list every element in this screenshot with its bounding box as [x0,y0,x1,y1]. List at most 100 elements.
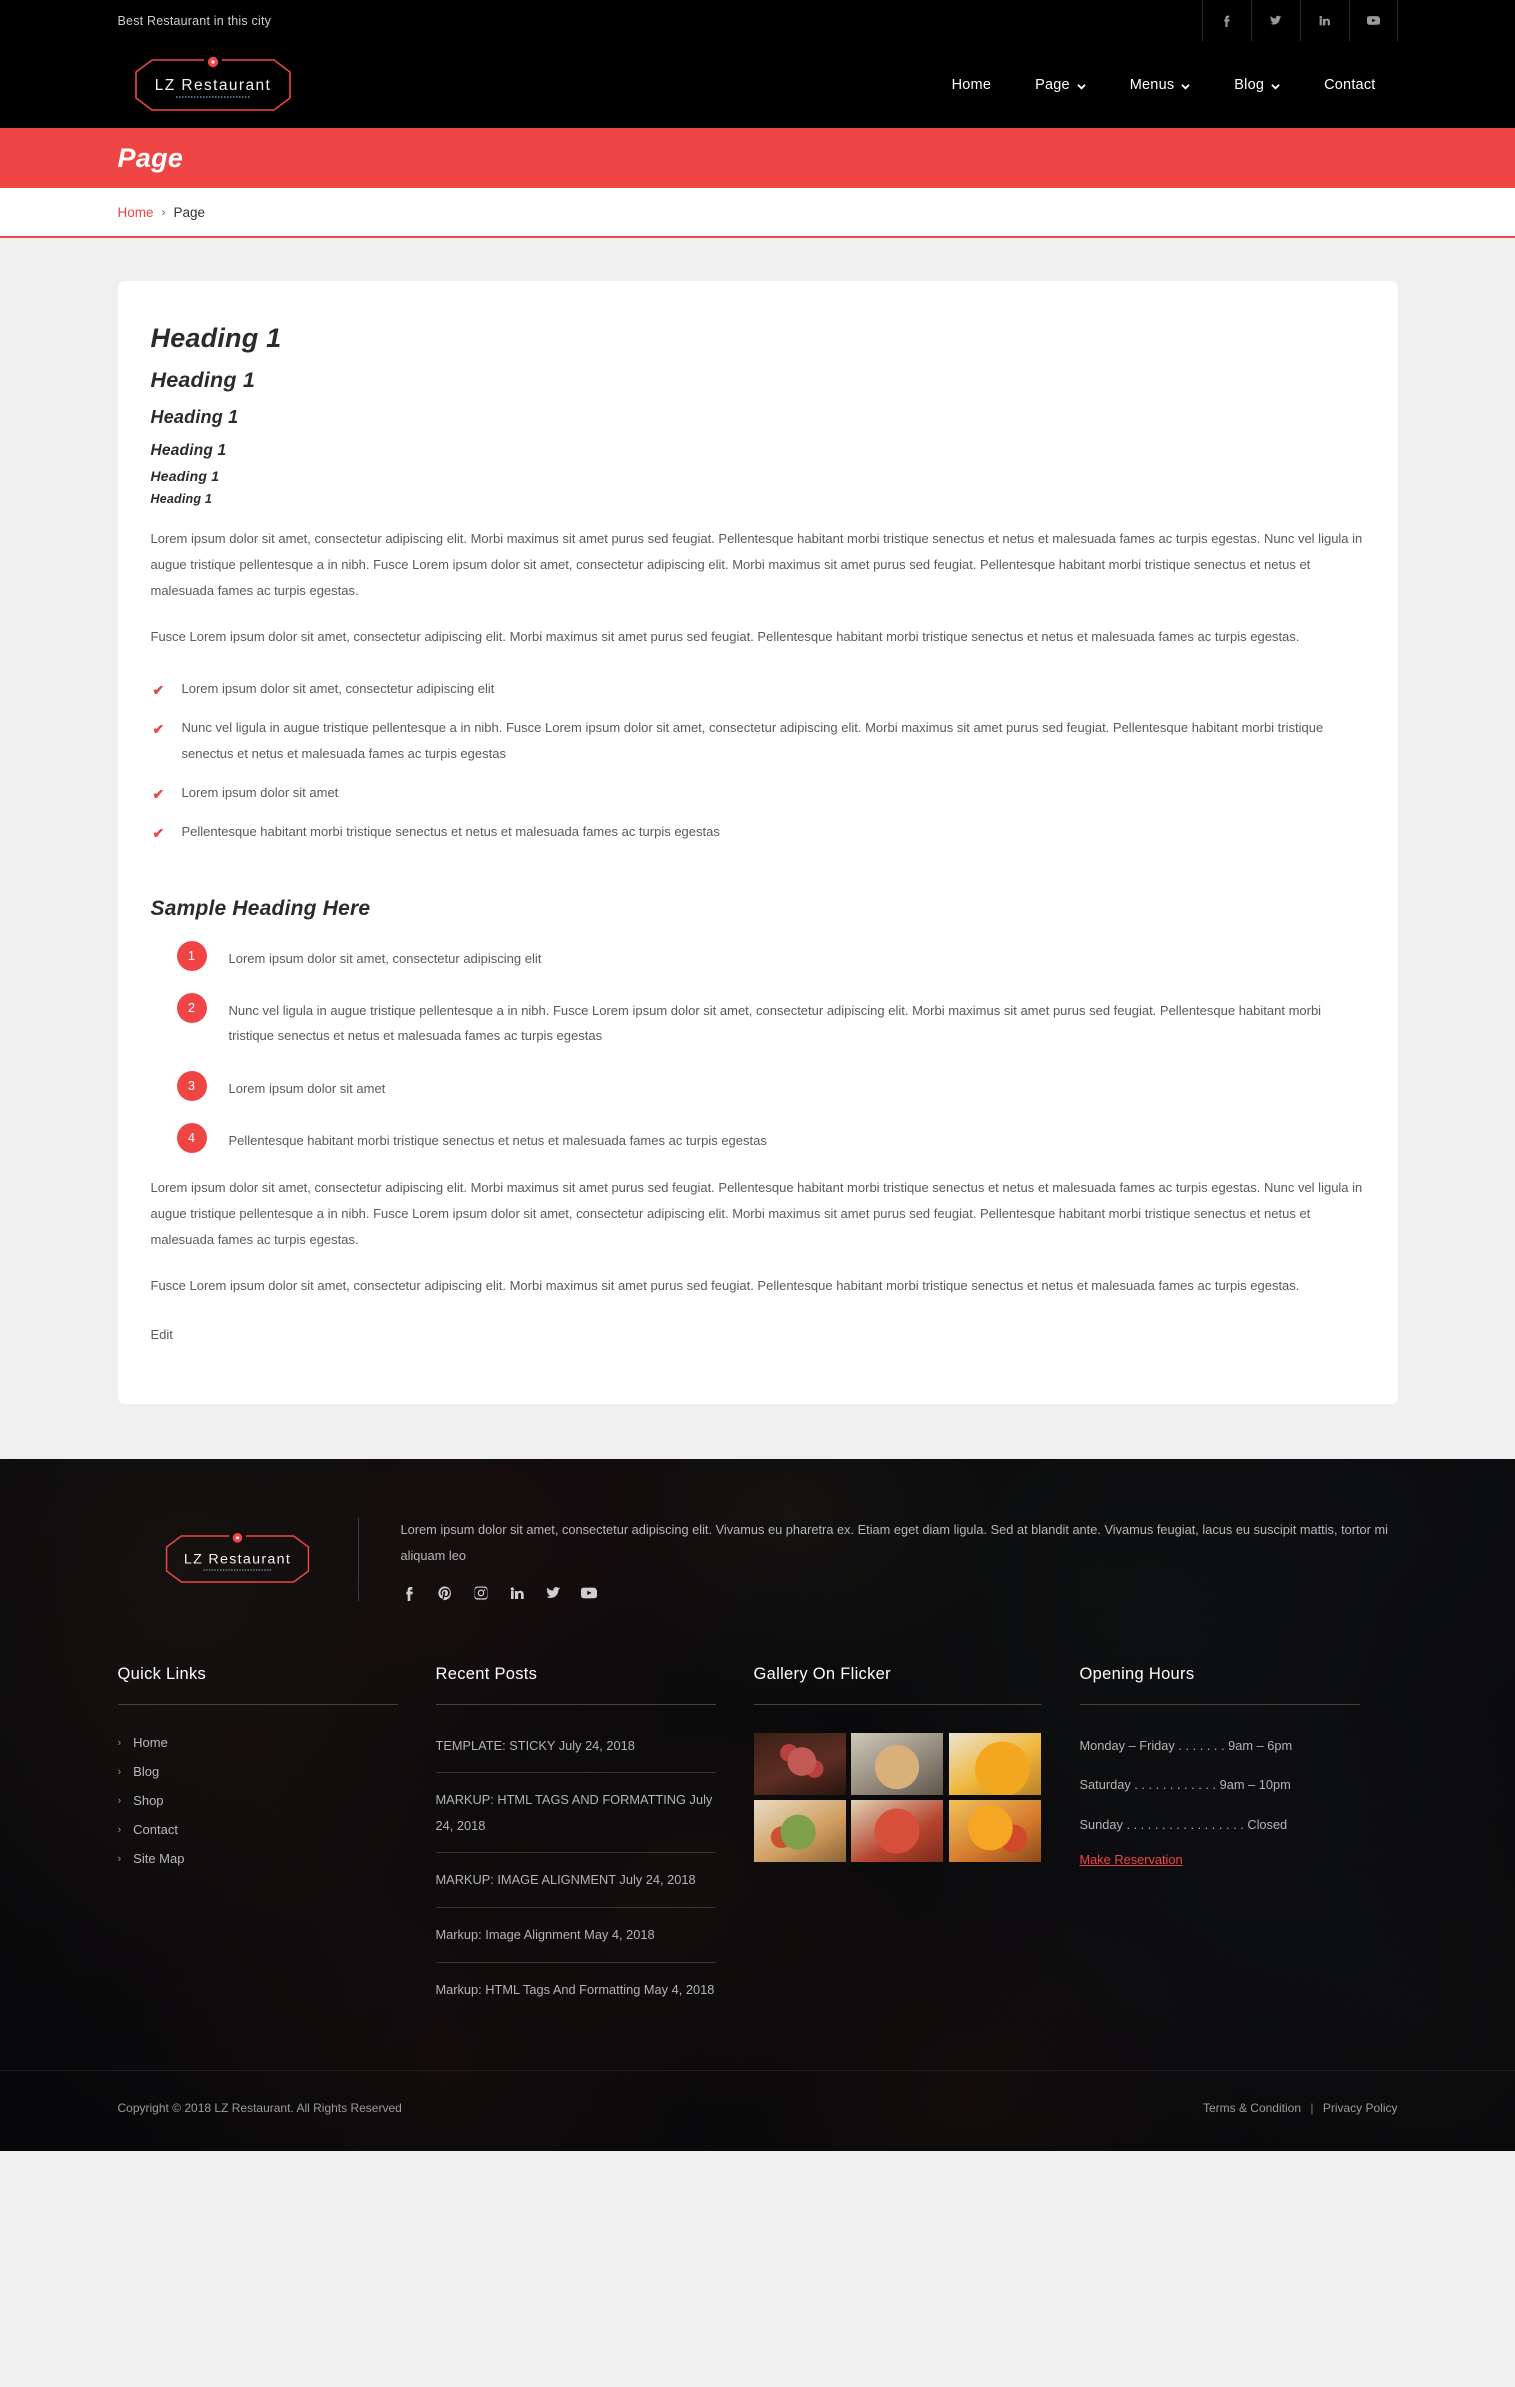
post-link[interactable]: MARKUP: IMAGE ALIGNMENT July 24, 2018 [436,1867,716,1893]
list-item: 1 Lorem ipsum dolor sit amet, consectetu… [151,940,1365,971]
list-item: 2 Nunc vel ligula in augue tristique pel… [151,993,1365,1049]
divider [117,1703,398,1705]
list-number-badge: 3 [176,1070,207,1101]
chevron-right-icon: › [117,1852,122,1865]
linkedin-icon[interactable] [1299,0,1349,41]
twitter-icon[interactable] [1250,0,1300,41]
footer-recent-posts: Recent Posts TEMPLATE: STICKY July 24, 2… [435,1665,754,2031]
gallery-thumbnail[interactable] [753,1799,846,1862]
list-number-badge: 4 [176,1123,207,1154]
edit-link[interactable]: Edit [151,1327,173,1342]
chevron-right-icon: › [117,1736,122,1749]
chevron-down-icon [1181,79,1191,90]
privacy-link[interactable]: Privacy Policy [1323,2101,1398,2115]
list-item[interactable]: MARKUP: IMAGE ALIGNMENT July 24, 2018 [435,1867,716,1908]
list-item[interactable]: › Contact [118,1820,398,1838]
post-link[interactable]: Markup: HTML Tags And Formatting May 4, … [436,1977,716,2003]
list-item[interactable]: TEMPLATE: STICKY July 24, 2018 [435,1733,716,1774]
list-item: ✔ Nunc vel ligula in augue tristique pel… [151,715,1365,766]
nav-label: Contact [1324,76,1376,93]
footer-top: LZ Restaurant Lorem ipsum dolor sit amet… [118,1459,1398,1640]
check-icon: ✔ [152,825,165,842]
divider [435,1703,716,1705]
list-item[interactable]: › Site Map [118,1849,398,1867]
chevron-right-icon: › [117,1765,122,1778]
list-item-text: Lorem ipsum dolor sit amet, consectetur … [228,950,542,966]
footer-bottom-bar: Copyright © 2018 LZ Restaurant. All Righ… [0,2070,1515,2151]
linkedin-icon[interactable] [509,1585,525,1601]
legal-links: Terms & Condition | Privacy Policy [1203,2101,1398,2115]
gallery-thumbnail[interactable] [948,1799,1041,1862]
nav-item-contact[interactable]: Contact [1302,67,1397,103]
footer-quick-links: Quick Links › Home › Blog › Shop › Contact ›… [117,1664,436,2031]
nav-item-blog[interactable]: Blog [1212,67,1302,103]
youtube-icon[interactable] [580,1585,597,1601]
breadcrumb-current: Page [173,204,206,220]
site-logo[interactable]: LZ Restaurant [118,54,308,116]
chevron-down-icon [1271,79,1280,90]
footer-gallery: Gallery On Flicker [753,1664,1080,2031]
content-card: Heading 1 Heading 1 Heading 1 Heading 1 … [117,281,1398,1405]
list-item-text: Lorem ipsum dolor sit amet, consectetur … [181,681,495,696]
gallery-thumbnail[interactable] [851,1799,944,1862]
gallery-thumbnail[interactable] [753,1732,846,1795]
footer-logo[interactable]: LZ Restaurant [118,1530,358,1588]
nav-label: Page [1035,76,1070,93]
check-icon: ✔ [152,721,165,738]
pinterest-icon[interactable] [437,1585,453,1601]
list-item-text: Pellentesque habitant morbi tristique se… [228,1133,767,1149]
list-item: ✔ Pellentesque habitant morbi tristique … [151,819,1365,844]
post-link[interactable]: Markup: Image Alignment May 4, 2018 [436,1922,716,1948]
list-item: ✔ Lorem ipsum dolor sit amet, consectetu… [151,676,1365,701]
nav-item-home[interactable]: Home [930,67,1013,103]
youtube-icon[interactable] [1348,0,1398,41]
list-item[interactable]: › Blog [118,1762,398,1780]
site-header: LZ Restaurant Home Page Menus Blog Conta… [0,41,1515,128]
twitter-icon[interactable] [545,1585,561,1601]
list-item[interactable]: Markup: HTML Tags And Formatting May 4, … [436,1977,716,2017]
gallery-thumbnail[interactable] [851,1732,944,1795]
post-link[interactable]: MARKUP: HTML TAGS AND FORMATTING July 24… [436,1787,716,1838]
heading-level-4: Heading 1 [150,442,227,459]
instagram-icon[interactable] [473,1585,489,1601]
list-item: 4 Pellentesque habitant morbi tristique … [151,1123,1365,1154]
list-item[interactable]: › Home [118,1733,398,1751]
list-item-text: Pellentesque habitant morbi tristique se… [181,824,720,840]
main-content: Heading 1 Heading 1 Heading 1 Heading 1 … [0,238,1515,1459]
chevron-right-icon: › [117,1823,122,1836]
nav-item-menus[interactable]: Menus [1108,67,1213,103]
breadcrumb: Home › Page [118,205,1398,220]
heading-level-1: Heading 1 [150,323,282,353]
list-item[interactable]: MARKUP: HTML TAGS AND FORMATTING July 24… [435,1787,716,1854]
list-item[interactable]: Markup: Image Alignment May 4, 2018 [435,1922,716,1963]
heading-level-5: Heading 1 [150,468,220,484]
facebook-icon[interactable] [1201,0,1251,41]
nav-label: Menus [1129,76,1175,93]
paragraph: Lorem ipsum dolor sit amet, consectetur … [150,1180,1363,1248]
list-item: 3 Lorem ipsum dolor sit amet [151,1070,1365,1101]
list-item[interactable]: › Shop [118,1791,398,1809]
link-label: Blog [133,1764,160,1780]
site-footer: LZ Restaurant Lorem ipsum dolor sit amet… [0,1459,1515,2152]
post-link[interactable]: TEMPLATE: STICKY July 24, 2018 [436,1733,716,1759]
nav-item-page[interactable]: Page [1013,67,1108,103]
footer-social-links [401,1585,1398,1601]
facebook-icon[interactable] [401,1585,417,1601]
column-title: Quick Links [117,1664,207,1683]
heading-level-6: Heading 1 [150,492,213,506]
paragraph: Fusce Lorem ipsum dolor sit amet, consec… [150,629,1300,644]
link-label: Shop [133,1793,164,1809]
top-social-links [1201,0,1398,41]
svg-text:LZ Restaurant: LZ Restaurant [154,77,270,94]
numbered-list: 1 Lorem ipsum dolor sit amet, consectetu… [151,940,1365,1154]
link-label: Site Map [133,1851,185,1867]
terms-link[interactable]: Terms & Condition [1203,2101,1301,2115]
main-navigation: Home Page Menus Blog Contact [930,67,1398,103]
column-title: Gallery On Flicker [753,1664,891,1683]
list-number-badge: 2 [176,993,207,1024]
make-reservation-link[interactable]: Make Reservation [1080,1852,1183,1867]
gallery-thumbnail[interactable] [948,1732,1041,1795]
heading-level-3: Heading 1 [150,407,239,427]
breadcrumb-home-link[interactable]: Home [118,205,154,220]
nav-label: Blog [1234,76,1265,93]
